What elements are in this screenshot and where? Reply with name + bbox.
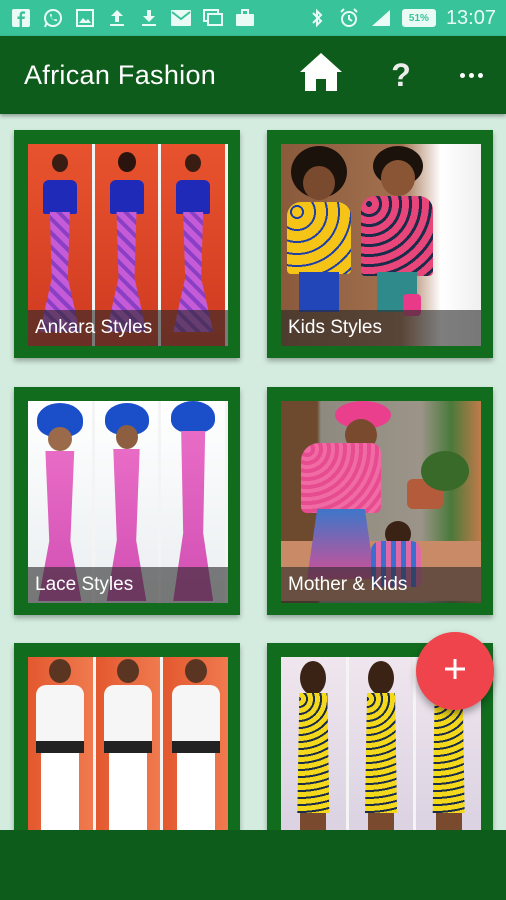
category-photo: Kids Styles [281, 144, 481, 346]
bluetooth-icon [306, 8, 328, 28]
category-grid: Ankara Styles Kids Styles Lace Styles Mo… [0, 114, 506, 830]
briefcase-icon [234, 8, 256, 28]
download-icon [138, 8, 160, 28]
category-label: Lace Styles [35, 574, 134, 595]
notification-icons [10, 8, 256, 28]
messages-icon [202, 8, 224, 28]
category-photo: Ankara Styles [28, 144, 228, 346]
app-bar: African Fashion ? [0, 36, 506, 114]
mail-icon [170, 8, 192, 28]
status-bar: 51% 13:07 [0, 0, 506, 36]
help-button[interactable]: ? [384, 54, 418, 96]
category-photo: Mother & Kids [281, 401, 481, 603]
category-caption-bar: Lace Styles [28, 567, 228, 603]
category-photo: Lace Styles [28, 401, 228, 603]
system-icons: 51% 13:07 [306, 7, 496, 30]
facebook-icon [10, 8, 32, 28]
category-card-ankara-styles[interactable]: Ankara Styles [14, 130, 240, 358]
add-fab-button[interactable] [416, 632, 494, 710]
whatsapp-icon [42, 8, 64, 28]
bottom-bar [0, 830, 506, 900]
signal-icon [370, 8, 392, 28]
more-vert-icon [459, 72, 483, 78]
battery-indicator: 51% [401, 9, 436, 27]
category-caption-bar: Kids Styles [281, 310, 481, 346]
alarm-icon [338, 8, 360, 28]
more-options-button[interactable] [452, 54, 490, 96]
app-title: African Fashion [24, 59, 217, 90]
clock: 13:07 [445, 6, 496, 29]
category-card-lace-styles[interactable]: Lace Styles [14, 387, 240, 615]
category-card-kids-styles[interactable]: Kids Styles [267, 130, 493, 358]
home-icon [298, 51, 344, 98]
add-icon [443, 657, 467, 686]
image-icon [74, 8, 96, 28]
home-button[interactable] [296, 50, 346, 98]
category-caption-bar: Mother & Kids [281, 567, 481, 603]
category-caption-bar: Ankara Styles [28, 310, 228, 346]
category-card-mother-and-kids[interactable]: Mother & Kids [267, 387, 493, 615]
category-label: Mother & Kids [288, 574, 408, 595]
upload-icon [106, 8, 128, 28]
category-card-5[interactable] [14, 643, 240, 830]
category-photo [28, 657, 228, 830]
category-label: Ankara Styles [35, 317, 153, 338]
category-label: Kids Styles [288, 317, 382, 338]
